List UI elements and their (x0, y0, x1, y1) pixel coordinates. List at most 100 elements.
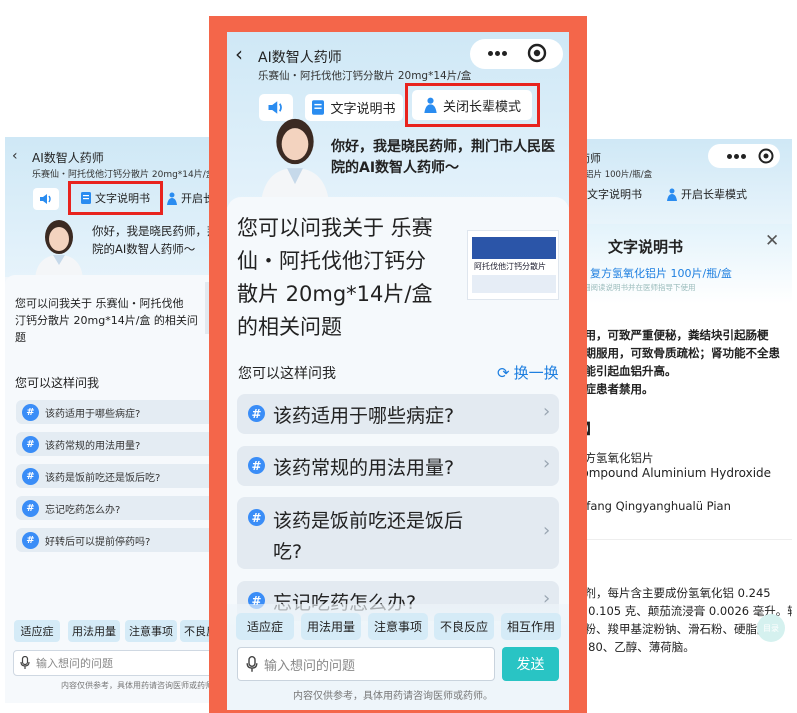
name-pinyin: Fufang Qingyanghualü Pian (573, 499, 731, 513)
back-arrow-icon[interactable]: ‹ (12, 148, 18, 164)
product-image-label: 阿托伐他汀钙分散片 (474, 262, 546, 271)
microphone-icon[interactable] (20, 656, 30, 670)
ask-heading: 您可以这样问我 (15, 376, 100, 390)
question-text: 该药常规的用法用量? (273, 457, 455, 479)
disclaimer: 内容仅供参考，具体用药请咨询医师或药师。 (293, 691, 493, 702)
ask-intro-line-3: 题 (15, 331, 26, 344)
chip-interactions[interactable]: 相互作用 (501, 613, 561, 640)
chip-indication[interactable]: 适应症 (236, 613, 294, 640)
question-text: 该药是饭前吃还是饭后 (273, 510, 464, 532)
hashtag-icon: # (22, 531, 39, 549)
composition-line: 镁 0.105 克、颠茄流浸膏 0.0026 毫升。辅 (573, 604, 792, 618)
question-text: 该药适用于哪些病症? (273, 405, 455, 427)
disclaimer: 内容仅供参考，具体用药请咨询医师或药师。 (61, 681, 221, 690)
greeting-line-2: 院的AI数智人药师～ (331, 160, 460, 176)
chip-precautions[interactable]: 注意事项 (125, 620, 177, 642)
ask-intro-line-1: 您可以问我关于 乐赛仙・阿托伐他 (15, 297, 184, 310)
manual-tab-label: 文字说明书 (587, 188, 642, 201)
chevron-right-icon: › (543, 520, 551, 541)
close-miniprogram-icon[interactable] (758, 148, 774, 164)
manual-tab-label: 文字说明书 (330, 102, 396, 117)
elder-mode-label: 开启长辈模式 (681, 188, 747, 201)
document-icon (81, 192, 91, 204)
speaker-button[interactable] (33, 188, 59, 210)
close-miniprogram-icon[interactable] (527, 43, 547, 63)
more-icon-dot (734, 154, 739, 159)
ask-heading: 您可以这样问我 (238, 366, 336, 382)
name-english: Compound Aluminium Hydroxide (573, 466, 772, 480)
elder-icon (667, 188, 677, 201)
input-placeholder: 输入想问的问题 (264, 658, 356, 674)
question-text: 该药是饭前吃还是饭后吃? (45, 472, 161, 484)
divider (568, 539, 792, 540)
close-icon[interactable]: ✕ (765, 231, 779, 251)
hashtag-icon: # (248, 457, 265, 474)
send-button[interactable]: 发送 (502, 647, 559, 681)
greeting-line-1: 你好，我是晓民药师，荆 (92, 224, 219, 238)
usage-hint: 请仔细阅读说明书并在医师指导下使用 (568, 283, 696, 292)
elder-mode-tab[interactable]: 开启长辈模式 (666, 186, 747, 202)
hashtag-icon: # (22, 403, 39, 421)
document-icon (312, 100, 325, 115)
ask-intro-line-2: 汀钙分散片 20mg*14片/盒 的相关问 (15, 314, 198, 327)
panel-title: 文字说明书 (608, 238, 684, 256)
chevron-right-icon: › (543, 401, 551, 422)
refresh-button[interactable]: ⟳ 换一换 (497, 362, 559, 383)
more-icon[interactable] (727, 154, 732, 159)
speaker-icon (268, 101, 282, 114)
question-text: 该药适用于哪些病症? (45, 408, 141, 420)
question-item[interactable]: # 该药适用于哪些病症? › (237, 394, 559, 434)
chip-dosage[interactable]: 用法用量 (68, 620, 120, 642)
toc-button[interactable]: 目录 (757, 614, 785, 642)
ask-intro-line-1: 您可以问我关于 乐赛 (237, 216, 433, 240)
warning-line: 可能引起血铝升高。 (573, 364, 677, 378)
question-item[interactable]: # 该药常规的用法用量? (16, 432, 223, 456)
chip-indication[interactable]: 适应症 (14, 620, 60, 642)
elder-mode-off-label: 关闭长辈模式 (442, 99, 521, 115)
back-arrow-icon[interactable]: ‹ (235, 42, 243, 66)
composition-line: 制剂，每片含主要成份氢氧化铝 0.245 (573, 586, 771, 600)
hashtag-icon: # (22, 435, 39, 453)
manual-tab[interactable]: 文字说明书 (68, 181, 163, 215)
question-item[interactable]: # 该药是饭前吃还是饭后吃? (16, 464, 223, 488)
hashtag-icon: # (22, 467, 39, 485)
elder-icon (167, 192, 177, 205)
question-item[interactable]: # 该药是饭前吃还是饭后 吃? › (237, 497, 559, 569)
composition-line: 淀粉、羧甲基淀粉钠、滑石粉、硬脂酸 (573, 622, 769, 636)
input-placeholder: 输入想问的问题 (36, 657, 113, 670)
warning-line: 长期服用，可致骨质疏松；肾功能不全患 (573, 346, 780, 360)
question-item[interactable]: # 该药适用于哪些病症? (16, 400, 223, 424)
question-item[interactable]: # 好转后可以提前停药吗? (16, 528, 223, 552)
question-input[interactable]: 输入想问的问题 (13, 650, 223, 676)
chip-precautions[interactable]: 注意事项 (368, 613, 428, 640)
chip-adverse[interactable]: 不良反应 (434, 613, 494, 640)
drug-subtitle: 乐赛仙・阿托伐他汀钙分散片 20mg*14片/盒 (258, 70, 472, 82)
app-title: AI数智人药师 (258, 50, 342, 66)
more-icon[interactable] (488, 51, 493, 56)
left-phone-screen: ‹ AI数智人药师 乐赛仙・阿托伐他汀钙分散片 20mg*14片/盒 文字说明书… (5, 137, 223, 703)
capsule-menu (470, 39, 563, 69)
question-item[interactable]: # 该药常规的用法用量? › (237, 446, 559, 486)
ask-intro-line-4: 的相关问题 (237, 315, 342, 339)
more-icon-dot (495, 51, 500, 56)
hashtag-icon: # (248, 405, 265, 422)
ask-intro-line-3: 散片 20mg*14片/盒 (237, 282, 433, 306)
drug-subtitle: 乐赛仙・阿托伐他汀钙分散片 20mg*14片/盒 (32, 170, 215, 180)
drug-name: 丁・复方氢氧化铝片 100片/瓶/盒 (568, 267, 732, 280)
microphone-icon[interactable] (246, 655, 258, 673)
chip-dosage[interactable]: 用法用量 (301, 613, 361, 640)
right-phone-screen: 人药师 氧化铝片 100片/瓶/盒 文字说明书 开启长辈模式 文字说明书 ✕ 丁… (568, 139, 792, 707)
greeting-line-2: 院的AI数智人药师～ (92, 242, 196, 256)
center-phone-screen: ‹ AI数智人药师 乐赛仙・阿托伐他汀钙分散片 20mg*14片/盒 文字说明书… (227, 32, 569, 710)
question-item[interactable]: # 忘记吃药怎么办? (16, 496, 223, 520)
manual-tab-label: 文字说明书 (95, 192, 150, 205)
elder-mode-off-tab[interactable]: 关闭长辈模式 (412, 90, 532, 120)
greeting-line-1: 你好，我是晓民药师，荆门市人民医 (331, 139, 555, 155)
chevron-right-icon: › (543, 453, 551, 474)
hashtag-icon: # (22, 499, 39, 517)
more-icon-dot (502, 51, 507, 56)
speaker-icon (40, 194, 51, 204)
refresh-icon: ⟳ (497, 363, 510, 382)
question-input[interactable]: 输入想问的问题 (237, 647, 495, 681)
pharmacist-avatar (260, 118, 330, 209)
